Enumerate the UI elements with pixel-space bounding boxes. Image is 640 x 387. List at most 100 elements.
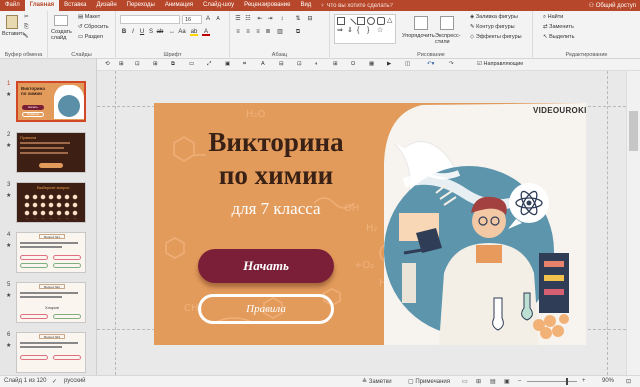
paste-icon[interactable] xyxy=(6,15,18,29)
align-right-icon[interactable]: ≡ xyxy=(254,28,262,36)
group-icon[interactable]: ⊡ xyxy=(135,61,140,68)
quick-styles-icon[interactable] xyxy=(440,16,454,30)
scrollbar-thumb[interactable] xyxy=(629,111,638,151)
arrow-shape-icon[interactable]: ⇒ xyxy=(337,27,345,35)
layer-icon[interactable]: ⧉ xyxy=(171,61,175,68)
thumbnail-slide-4[interactable]: Вопрос №1 xyxy=(16,232,86,273)
zoom-slider-thumb[interactable] xyxy=(566,378,568,385)
spellcheck-icon[interactable]: ✓ xyxy=(52,378,57,385)
start-button[interactable]: Начать xyxy=(198,249,334,283)
find-button[interactable]: ⌕ Найти xyxy=(543,14,563,21)
zoom-level[interactable]: 90% xyxy=(602,378,614,384)
vertical-scrollbar[interactable] xyxy=(626,71,640,375)
arrow-down-shape-icon[interactable]: ⇓ xyxy=(347,27,355,35)
share-button[interactable]: ⚇ Общий доступ xyxy=(589,2,640,9)
triangle-shape-icon[interactable]: △ xyxy=(387,17,395,25)
grow-font-icon[interactable]: A xyxy=(204,15,212,23)
tab-view[interactable]: Вид xyxy=(295,0,316,11)
star-shape-icon[interactable]: ☆ xyxy=(377,27,385,35)
font-name-select[interactable] xyxy=(120,15,180,24)
line-spacing-icon[interactable]: ↕ xyxy=(278,15,286,23)
image-icon[interactable]: ▣ xyxy=(225,61,230,68)
tab-animations[interactable]: Анимация xyxy=(160,0,198,11)
shape-outline-button[interactable]: ✎ Контур фигуры xyxy=(470,24,515,31)
shape-effects-button[interactable]: ◇ Эффекты фигуры xyxy=(470,34,522,41)
select-button[interactable]: ↖ Выделить xyxy=(543,34,575,41)
align-text-icon[interactable]: ⊟ xyxy=(306,15,314,23)
reset-button[interactable]: ↺ Сбросить xyxy=(78,24,109,31)
comments-button[interactable]: ▢ Примечания xyxy=(408,378,450,385)
rotate-icon[interactable]: ⟲ xyxy=(105,61,110,68)
align-center-icon[interactable]: ≡ xyxy=(244,28,252,36)
tab-insert[interactable]: Вставка xyxy=(59,0,91,11)
slideshow-icon[interactable]: ▣ xyxy=(504,378,510,385)
normal-view-icon[interactable]: ▭ xyxy=(462,378,468,385)
grid-icon[interactable]: ⊞ xyxy=(153,61,158,68)
replace-button[interactable]: ⇄ Заменить xyxy=(543,24,574,31)
columns-icon[interactable]: ▥ xyxy=(276,28,284,36)
case-icon[interactable]: Aa xyxy=(178,28,186,36)
guides-toggle[interactable]: ☑ Направляющие xyxy=(477,61,523,68)
zoom-out-icon[interactable]: – xyxy=(518,378,521,384)
align-icon[interactable]: ⊞ xyxy=(119,61,124,68)
brace-shape-icon[interactable]: { xyxy=(357,27,365,35)
tab-transitions[interactable]: Переходы xyxy=(122,0,160,11)
zoom-in-icon[interactable]: + xyxy=(582,378,586,384)
oval-shape-icon[interactable] xyxy=(367,17,375,25)
tab-home[interactable]: Главная xyxy=(24,0,60,11)
reading-view-icon[interactable]: ▤ xyxy=(490,378,496,385)
chart-icon[interactable]: ▦ xyxy=(369,61,374,68)
format-icon[interactable]: ⊟ xyxy=(279,61,284,68)
shapes-gallery[interactable]: △ ⇒ ⇓ { } ☆ xyxy=(334,14,396,44)
zoom-slider[interactable] xyxy=(527,381,577,382)
undo-icon[interactable]: ↶▾ xyxy=(427,61,434,68)
tell-me-box[interactable]: ♀ Что вы хотите сделать? xyxy=(320,3,393,9)
thumbnail-slide-5[interactable]: Вопрос №2 Хлорин xyxy=(16,282,86,323)
arrange-icon[interactable] xyxy=(414,16,428,30)
font-color-icon[interactable]: A xyxy=(202,28,210,36)
color-icon[interactable]: ◐ xyxy=(315,61,318,68)
thumbnail-slide-1[interactable]: Викторина по химии Начать Правила xyxy=(16,81,86,122)
tab-review[interactable]: Рецензирование xyxy=(239,0,295,11)
layout-button[interactable]: ▤ Макет xyxy=(78,14,100,21)
spacing-icon[interactable]: ↔ xyxy=(168,28,176,36)
language[interactable]: русский xyxy=(64,378,86,384)
font-size-select[interactable]: 16 xyxy=(182,15,202,24)
redo-icon[interactable]: ↷ xyxy=(449,61,454,68)
shrink-font-icon[interactable]: A xyxy=(214,15,222,23)
section-button[interactable]: ▭ Раздел xyxy=(78,34,103,41)
highlight-icon[interactable]: ab xyxy=(190,28,198,36)
cut-icon[interactable]: ✂ xyxy=(24,14,29,21)
arrange-button[interactable]: Упорядочить xyxy=(402,33,435,40)
smartart-icon[interactable]: ⧉ xyxy=(294,28,302,36)
italic-icon[interactable]: I xyxy=(129,28,137,36)
notes-button[interactable]: ≜ Заметки xyxy=(362,378,392,385)
symbol-icon[interactable]: Ω xyxy=(351,61,355,68)
strikethrough-icon[interactable]: ab xyxy=(156,28,164,36)
thumbnail-slide-6[interactable]: Вопрос №3 xyxy=(16,332,86,373)
quick-styles-button[interactable]: Экспресс-стили xyxy=(435,33,461,45)
crop-icon[interactable]: ⌗ xyxy=(243,61,246,68)
rounded-rect-shape-icon[interactable] xyxy=(377,17,385,25)
rectangle-shape-icon[interactable] xyxy=(357,17,365,25)
decrease-indent-icon[interactable]: ⇤ xyxy=(256,15,264,23)
main-slide[interactable]: H₂O OH H₂ Pb +O₂ H₂ CH₃ Cl xyxy=(154,103,586,345)
bullets-icon[interactable]: ☰ xyxy=(234,15,242,23)
paste-button[interactable]: Вставить xyxy=(2,31,25,38)
underline-icon[interactable]: U xyxy=(138,28,146,36)
tab-slideshow[interactable]: Слайд-шоу xyxy=(198,0,239,11)
justify-icon[interactable]: ≣ xyxy=(264,28,272,36)
shape-outline-icon[interactable]: ▭ xyxy=(189,61,194,68)
resize-icon[interactable]: ⤢ xyxy=(207,61,211,68)
table-icon[interactable]: ⊞ xyxy=(333,61,338,68)
shadow-icon[interactable]: S xyxy=(147,28,155,36)
increase-indent-icon[interactable]: ⇥ xyxy=(266,15,274,23)
numbering-icon[interactable]: ☷ xyxy=(244,15,252,23)
brace-right-shape-icon[interactable]: } xyxy=(367,27,375,35)
arrange-small-icon[interactable]: ⊡ xyxy=(297,61,302,68)
align-left-icon[interactable]: ≡ xyxy=(234,28,242,36)
format-painter-icon[interactable]: ✎ xyxy=(24,34,29,41)
rules-button[interactable]: Правила xyxy=(198,294,334,324)
view-icon[interactable]: ◫ xyxy=(405,61,410,68)
text-direction-icon[interactable]: ⇅ xyxy=(294,15,302,23)
